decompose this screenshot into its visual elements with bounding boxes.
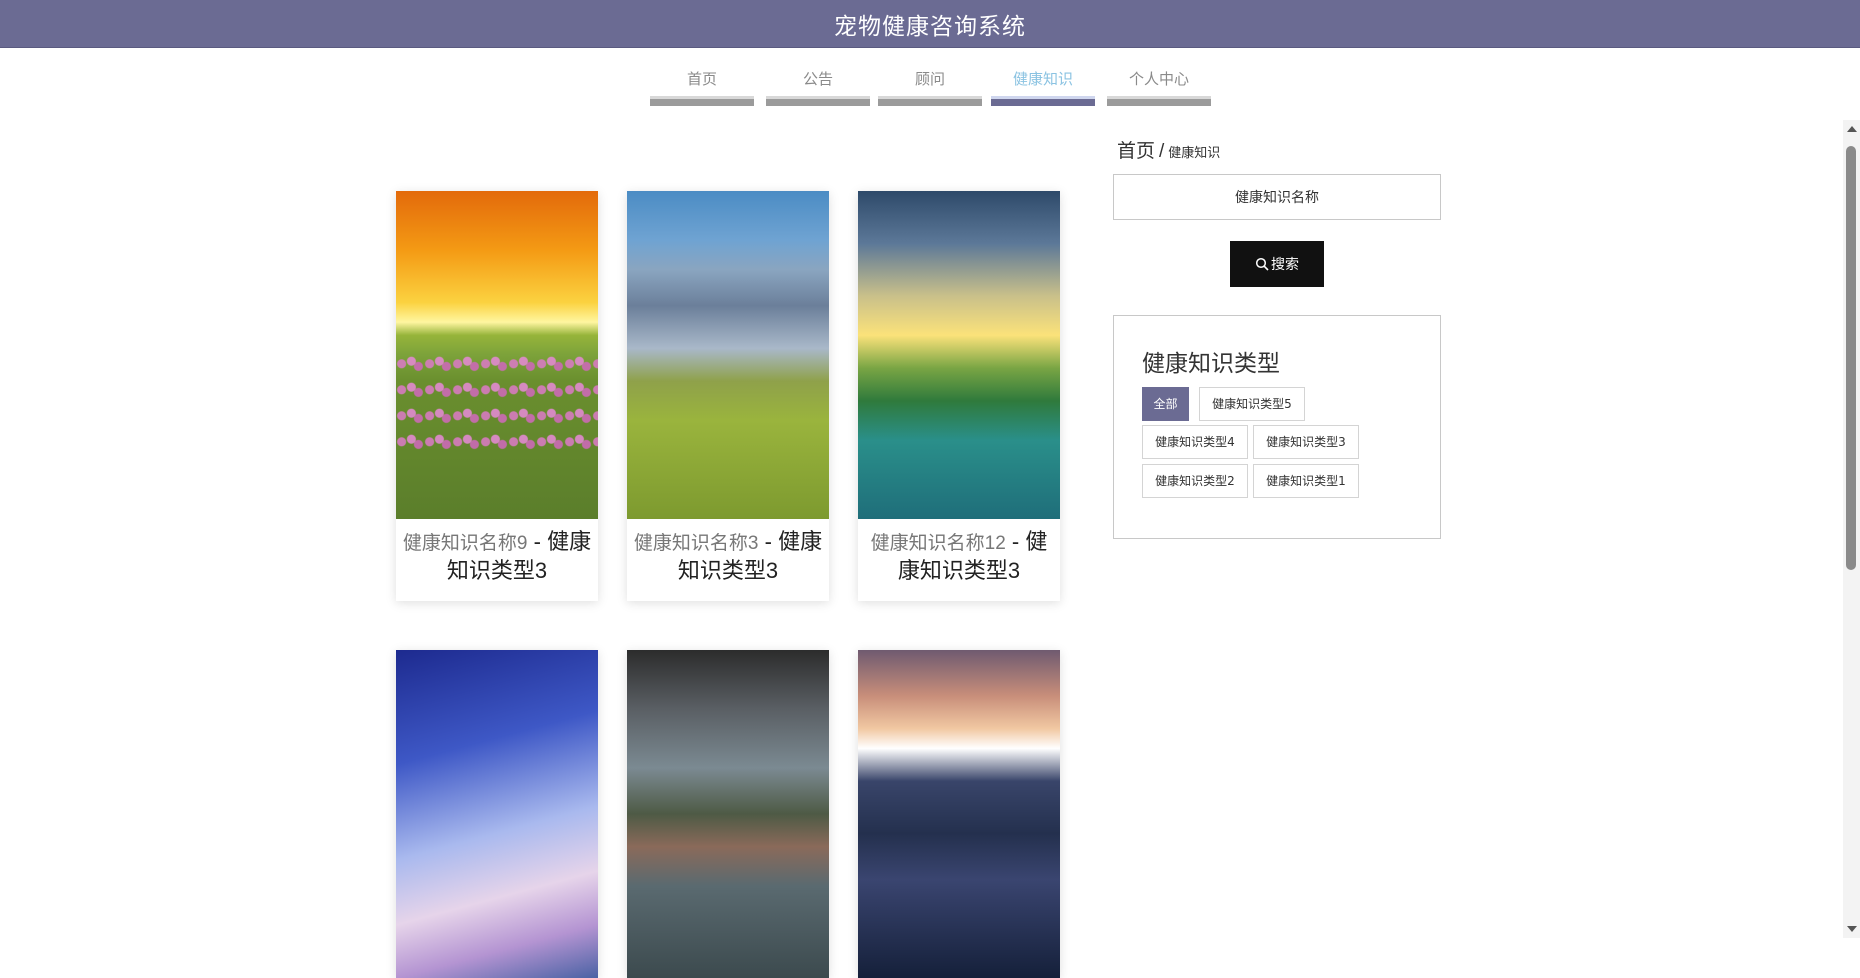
nav-personal-center[interactable]: 个人中心 <box>1107 68 1211 106</box>
scroll-up-arrow-icon[interactable] <box>1847 126 1857 132</box>
site-title: 宠物健康咨询系统 <box>834 13 1026 40</box>
card-caption: 健康知识名称3 - 健康知识类型3 <box>627 519 829 601</box>
search-icon <box>1255 257 1269 271</box>
nav-health-knowledge[interactable]: 健康知识 <box>991 68 1095 106</box>
page-scrollbar[interactable] <box>1843 120 1860 938</box>
card-caption: 健康知识名称12 - 健康知识类型3 <box>858 519 1060 601</box>
nav-personal-center-label: 个人中心 <box>1128 70 1189 88</box>
search-input[interactable] <box>1113 174 1441 220</box>
knowledge-card[interactable] <box>627 650 829 978</box>
type-tag[interactable]: 健康知识类型1 <box>1253 464 1359 498</box>
card-caption: 健康知识名称9 - 健康知识类型3 <box>396 519 598 601</box>
nav-home[interactable]: 首页 <box>650 68 754 106</box>
breadcrumb-home[interactable]: 首页 <box>1117 141 1155 162</box>
knowledge-card[interactable]: 健康知识名称9 - 健康知识类型3 <box>396 191 598 601</box>
knowledge-card[interactable] <box>858 650 1060 978</box>
nav-home-label: 首页 <box>686 70 717 88</box>
nav-notice[interactable]: 公告 <box>766 68 870 106</box>
nav-underline <box>878 96 982 106</box>
breadcrumb: 首页 / 健康知识 <box>1117 136 1220 163</box>
card-sep: - <box>758 529 779 554</box>
nav-consultant-label: 顾问 <box>914 70 945 88</box>
knowledge-card[interactable] <box>396 650 598 978</box>
nav-underline <box>766 96 870 106</box>
type-filter-heading: 健康知识类型 <box>1142 351 1280 377</box>
breadcrumb-current: 健康知识 <box>1168 145 1221 160</box>
search-button-label: 搜索 <box>1271 256 1299 272</box>
type-filter-panel: 健康知识类型 全部 健康知识类型5 健康知识类型4 健康知识类型3 健康知识类型… <box>1113 315 1441 539</box>
card-image <box>396 650 598 978</box>
type-tag-all[interactable]: 全部 <box>1142 387 1189 421</box>
scrollbar-thumb[interactable] <box>1846 146 1856 570</box>
card-image <box>627 191 829 519</box>
scroll-down-arrow-icon[interactable] <box>1847 926 1857 932</box>
breadcrumb-separator: / <box>1159 141 1165 162</box>
card-image <box>396 191 598 519</box>
nav-notice-label: 公告 <box>802 70 833 88</box>
main-nav: 首页 公告 顾问 健康知识 个人中心 <box>0 68 1860 108</box>
type-tag[interactable]: 健康知识类型3 <box>1253 425 1359 459</box>
card-image <box>627 650 829 978</box>
type-tag[interactable]: 健康知识类型2 <box>1142 464 1248 498</box>
type-tag[interactable]: 健康知识类型4 <box>1142 425 1248 459</box>
nav-underline <box>650 96 754 106</box>
nav-consultant[interactable]: 顾问 <box>878 68 982 106</box>
card-image <box>858 191 1060 519</box>
nav-underline <box>1107 96 1211 106</box>
nav-health-knowledge-label: 健康知识 <box>1012 70 1073 88</box>
knowledge-card[interactable]: 健康知识名称3 - 健康知识类型3 <box>627 191 829 601</box>
top-header: 宠物健康咨询系统 <box>0 0 1860 48</box>
knowledge-card[interactable]: 健康知识名称12 - 健康知识类型3 <box>858 191 1060 601</box>
nav-underline-active <box>991 96 1095 106</box>
search-button[interactable]: 搜索 <box>1230 241 1324 287</box>
card-sep: - <box>527 529 548 554</box>
card-image <box>858 650 1060 978</box>
card-sep: - <box>1005 529 1026 554</box>
card-name: 健康知识名称12 <box>870 533 1006 554</box>
type-tag[interactable]: 健康知识类型5 <box>1199 387 1305 421</box>
card-name: 健康知识名称3 <box>633 533 759 554</box>
card-name: 健康知识名称9 <box>402 533 528 554</box>
